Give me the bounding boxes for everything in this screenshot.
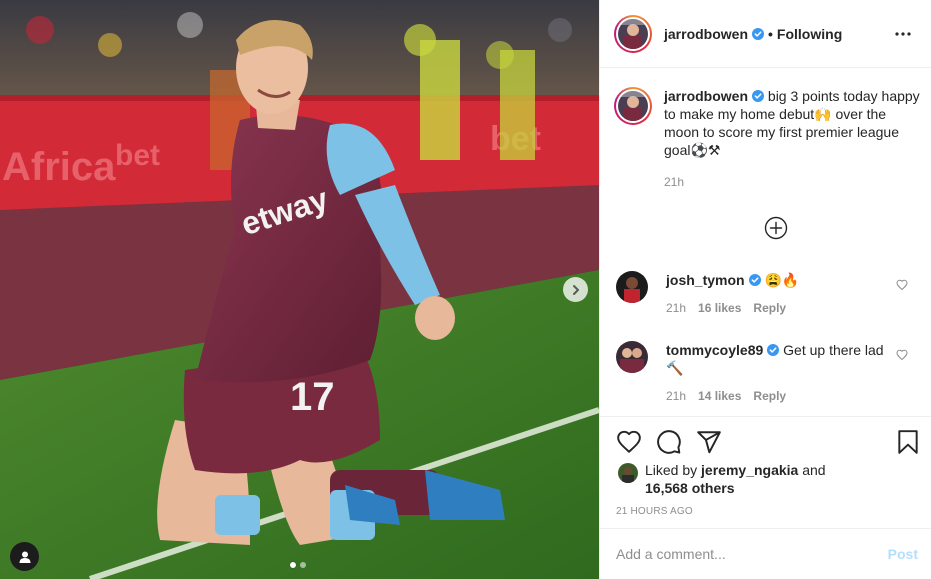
liked-by: Liked by jeremy_ngakia and 16,568 others <box>618 461 826 497</box>
comment-username[interactable]: tommycoyle89 <box>666 342 763 358</box>
add-comment-bar: Post <box>600 528 931 579</box>
photo-scene: Africa bet bet 17 etway <box>0 0 599 579</box>
carousel-dot <box>300 562 306 568</box>
avatar-image <box>616 271 648 303</box>
ellipsis-icon <box>895 31 911 36</box>
bookmark-icon[interactable] <box>895 429 921 455</box>
comment-avatar[interactable] <box>616 271 648 303</box>
carousel-next-button[interactable] <box>563 277 588 302</box>
comment-bubble-icon[interactable] <box>656 429 682 455</box>
reply-button[interactable]: Reply <box>753 389 786 403</box>
post-actions: Liked by jeremy_ngakia and 16,568 others… <box>600 416 931 528</box>
following-button[interactable]: Following <box>777 26 842 42</box>
share-paper-plane-icon[interactable] <box>696 429 722 455</box>
avatar-image <box>618 18 648 49</box>
author-avatar[interactable] <box>614 14 652 53</box>
verified-badge-icon <box>752 90 765 102</box>
reply-button[interactable]: Reply <box>753 301 786 315</box>
avatar-image <box>616 341 648 373</box>
post-photo[interactable]: Africa bet bet 17 etway <box>0 0 599 579</box>
carousel-dot-active <box>290 562 296 568</box>
comment-time[interactable]: 21h <box>666 301 686 315</box>
caption-time[interactable]: 21h <box>664 173 924 191</box>
like-heart-icon[interactable] <box>616 429 642 455</box>
header-separator: • <box>768 25 773 42</box>
heart-icon[interactable] <box>896 279 908 291</box>
comment-meta: 21h 16 likes Reply <box>666 301 898 315</box>
post-header: jarrodbowen • Following <box>600 0 931 68</box>
verified-badge-icon <box>767 344 780 356</box>
liked-by-avatar[interactable] <box>618 463 638 483</box>
liked-by-and: and <box>802 462 826 478</box>
post-comment-button[interactable]: Post <box>888 546 918 562</box>
chevron-right-icon <box>572 284 579 295</box>
post-timestamp[interactable]: 21 HOURS AGO <box>616 506 693 517</box>
verified-badge-icon <box>752 27 765 40</box>
comment-item: tommycoyle89 Get up there lad 🔨 21h 14 l… <box>616 341 916 403</box>
likes-count[interactable]: 16,568 others <box>645 480 735 496</box>
verified-badge-icon <box>748 274 761 286</box>
svg-text:bet: bet <box>115 139 160 172</box>
caption-avatar[interactable] <box>614 87 652 125</box>
post-caption: jarrodbowen big 3 points today happy to … <box>614 87 924 191</box>
comments-list: jarrodbowen big 3 points today happy to … <box>600 69 931 416</box>
comment-likes[interactable]: 14 likes <box>698 389 741 403</box>
liked-by-username[interactable]: jeremy_ngakia <box>701 462 798 478</box>
heart-icon[interactable] <box>896 349 908 361</box>
load-more-comments-button[interactable] <box>764 216 788 240</box>
action-icons <box>616 429 918 455</box>
comment-item: josh_tymon 😩🔥 21h 16 likes Reply <box>616 271 916 315</box>
person-icon <box>19 551 30 563</box>
tagged-users-button[interactable] <box>10 542 39 571</box>
comment-meta: 21h 14 likes Reply <box>666 389 898 403</box>
comment-avatar[interactable] <box>616 341 648 373</box>
shorts-number: 17 <box>290 375 335 419</box>
caption-username[interactable]: jarrodbowen <box>664 88 748 104</box>
author-username[interactable]: jarrodbowen <box>664 26 748 42</box>
comment-input[interactable] <box>616 546 888 562</box>
carousel-indicator <box>290 562 306 568</box>
svg-text:Africa: Africa <box>2 145 116 189</box>
liked-by-prefix: Liked by <box>645 462 698 478</box>
more-options-button[interactable] <box>891 22 915 46</box>
comment-time[interactable]: 21h <box>666 389 686 403</box>
avatar-image <box>618 91 648 121</box>
comment-likes[interactable]: 16 likes <box>698 301 741 315</box>
comment-text: 😩🔥 <box>764 272 800 288</box>
avatar-image <box>618 463 638 483</box>
comment-username[interactable]: josh_tymon <box>666 272 745 288</box>
post-sidebar: jarrodbowen • Following jarrodbowen big … <box>599 0 931 579</box>
